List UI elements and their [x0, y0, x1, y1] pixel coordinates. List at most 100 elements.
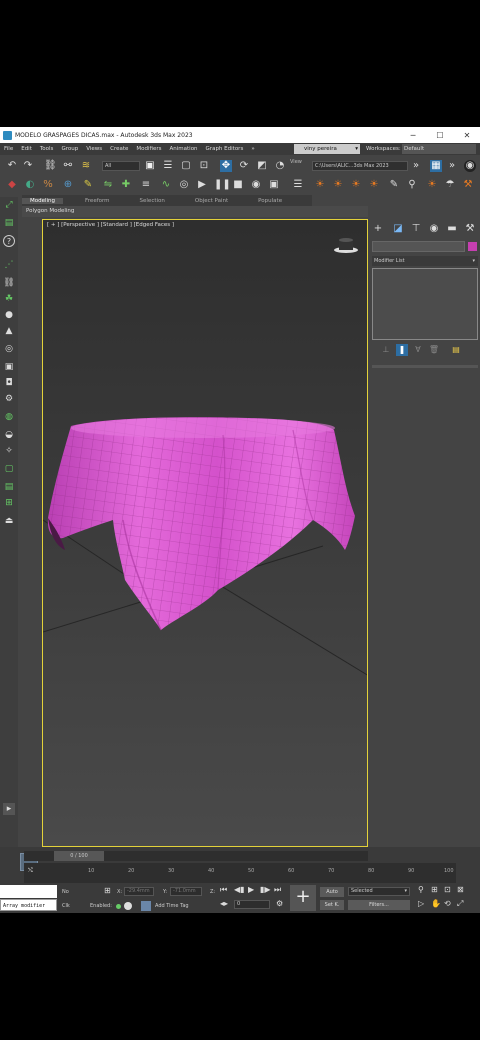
time-tag-icon[interactable]	[124, 902, 132, 910]
remove-modifier-icon[interactable]: 🗑	[428, 344, 440, 356]
orbit-icon[interactable]: ⟲	[444, 899, 451, 909]
render-cloud-icon[interactable]: ☀	[426, 179, 438, 191]
unlink-icon[interactable]: ⚯	[62, 160, 74, 172]
viewport-label[interactable]: [ + ] [Perspective ] [Standard ] [Edged …	[47, 222, 174, 228]
maximize-viewport-icon[interactable]: ⤢	[457, 899, 463, 909]
y-coord-field[interactable]: -71.0mm	[170, 887, 202, 896]
set-key-icon[interactable]: +	[290, 885, 316, 911]
teapot-icon[interactable]: ⚙	[3, 393, 15, 405]
layer-icon[interactable]: ≡	[140, 179, 152, 191]
set-key-mode-button[interactable]: Set K.	[320, 900, 344, 910]
snap-toggle-icon[interactable]: ◆	[6, 179, 18, 191]
utilities-tab-icon[interactable]: ⚒	[464, 223, 476, 235]
key-filter-icon[interactable]: ⤭	[28, 867, 33, 875]
tool-icon[interactable]: ⚒	[462, 179, 474, 191]
panel-icon[interactable]: ▤	[3, 481, 15, 493]
hierarchy-tab-icon[interactable]: ⊤	[410, 223, 422, 235]
pan-icon[interactable]: ✋	[431, 899, 441, 909]
key-filters-button[interactable]: Filters...	[348, 900, 410, 910]
arnold-icon[interactable]: ☂	[444, 179, 456, 191]
zoom-icon[interactable]: ⚲	[418, 885, 424, 895]
go-to-start-icon[interactable]: ⏮	[220, 885, 227, 895]
show-end-result-icon[interactable]: ❚	[396, 344, 408, 356]
menu-create[interactable]: Create	[106, 146, 132, 152]
redo-icon[interactable]: ↷	[22, 160, 34, 172]
record-icon[interactable]: ◉	[250, 179, 262, 191]
layer-explorer-icon[interactable]: ▤	[3, 217, 15, 229]
close-button[interactable]: ✕	[454, 127, 480, 143]
scene-explorer-tool-icon[interactable]: ⤢	[3, 199, 15, 211]
menu-overflow[interactable]: »	[247, 146, 258, 152]
target-icon[interactable]: ◎	[3, 343, 15, 355]
user-account-dropdown[interactable]: viny pereira ▾	[294, 144, 360, 154]
reference-coord-label[interactable]: View	[290, 159, 302, 165]
current-frame-field[interactable]: 0	[234, 900, 270, 909]
select-object-icon[interactable]: ▣	[144, 160, 156, 172]
next-frame-icon[interactable]: ▮▶	[260, 885, 271, 895]
ribbon-polygon-modeling[interactable]: Polygon Modeling	[22, 206, 368, 217]
place-icon[interactable]: ◔	[274, 160, 286, 172]
render-icon[interactable]: ☀	[350, 179, 362, 191]
tab-selection[interactable]: Selection	[132, 198, 173, 204]
select-rotate-icon[interactable]: ⟳	[238, 160, 250, 172]
maxscript-listener-top[interactable]	[0, 885, 57, 898]
menu-modifiers[interactable]: Modifiers	[132, 146, 165, 152]
box-icon[interactable]: ▣	[3, 361, 15, 373]
pin-stack-icon[interactable]: ⊥	[380, 344, 392, 356]
motion-tab-icon[interactable]: ◉	[428, 223, 440, 235]
object-icon[interactable]: ◘	[3, 377, 15, 389]
edit-icon[interactable]: ✎	[388, 179, 400, 191]
pause-icon[interactable]: ❚❚	[214, 179, 231, 191]
mirror-icon[interactable]: ⇋	[102, 179, 114, 191]
maxscript-mini-listener[interactable]: Array modifier	[0, 899, 57, 911]
menu-edit[interactable]: Edit	[17, 146, 36, 152]
time-slider[interactable]: 0 / 100	[24, 851, 368, 861]
curve-editor-icon[interactable]: ∿	[160, 179, 172, 191]
maximize-button[interactable]: ☐	[427, 127, 453, 143]
percent-snap-icon[interactable]: %	[42, 179, 54, 191]
toolbar-overflow-icon[interactable]: »	[410, 160, 422, 172]
render-setup-icon[interactable]: ☀	[314, 179, 326, 191]
angle-snap-icon[interactable]: ◐	[24, 179, 36, 191]
auto-key-button[interactable]: Auto	[320, 887, 344, 897]
help-icon[interactable]: ?	[3, 235, 15, 247]
go-to-end-icon[interactable]: ⏭	[274, 885, 281, 895]
menu-tools[interactable]: Tools	[36, 146, 58, 152]
tab-freeform[interactable]: Freeform	[77, 198, 118, 204]
enabled-indicator-icon[interactable]	[116, 904, 121, 909]
workspace-dropdown[interactable]: Default	[402, 144, 476, 154]
hat-tool-icon[interactable]: ⏏	[3, 515, 15, 527]
bulb-icon[interactable]: ✧	[3, 445, 15, 457]
key-filter-dropdown[interactable]: Selected ▾	[348, 887, 410, 896]
link-icon[interactable]: ⛓	[44, 160, 57, 172]
object-name-field[interactable]	[372, 241, 465, 252]
add-time-tag-icon[interactable]	[141, 901, 151, 911]
tab-modeling[interactable]: Modeling	[22, 197, 64, 204]
track-bar[interactable]: ⤭ 10 20 30 40 50 60 70 80 90 100	[24, 863, 456, 883]
named-selection-icon[interactable]: ✎	[82, 179, 94, 191]
object-color-swatch[interactable]	[468, 242, 477, 251]
modifier-stack[interactable]	[372, 268, 478, 340]
modifier-list-dropdown[interactable]: Modifier List ▾	[372, 256, 478, 266]
bind-space-warp-icon[interactable]: ≋	[80, 160, 92, 172]
sphere-icon[interactable]: ●	[3, 309, 15, 321]
time-slider-thumb[interactable]: 0 / 100	[54, 851, 104, 861]
tab-object-paint[interactable]: Object Paint	[187, 198, 236, 204]
shape-icon[interactable]: ◍	[3, 411, 15, 423]
menu-animation[interactable]: Animation	[166, 146, 202, 152]
select-by-name-icon[interactable]: ☰	[162, 160, 174, 172]
autodesk-account-icon[interactable]: ◉	[464, 160, 476, 172]
xref-icon[interactable]: ⛓	[3, 277, 15, 289]
zoom-extents-all-icon[interactable]: ⊠	[457, 885, 464, 895]
grid-icon[interactable]: ⊞	[3, 497, 15, 509]
rectangular-selection-icon[interactable]: ▢	[180, 160, 192, 172]
container-icon[interactable]: ⋰	[3, 259, 15, 271]
select-scale-icon[interactable]: ◩	[256, 160, 268, 172]
x-coord-field[interactable]: -29.4mm	[124, 887, 154, 896]
project-path-dropdown[interactable]: C:\Users\ALIC...3ds Max 2023	[312, 161, 408, 171]
menu-group[interactable]: Group	[57, 146, 82, 152]
time-configuration-icon[interactable]: ⚙	[276, 899, 283, 909]
modify-tab-icon[interactable]: ◪	[392, 223, 404, 235]
tab-populate[interactable]: Populate	[250, 198, 290, 204]
make-unique-icon[interactable]: ∀	[412, 344, 424, 356]
